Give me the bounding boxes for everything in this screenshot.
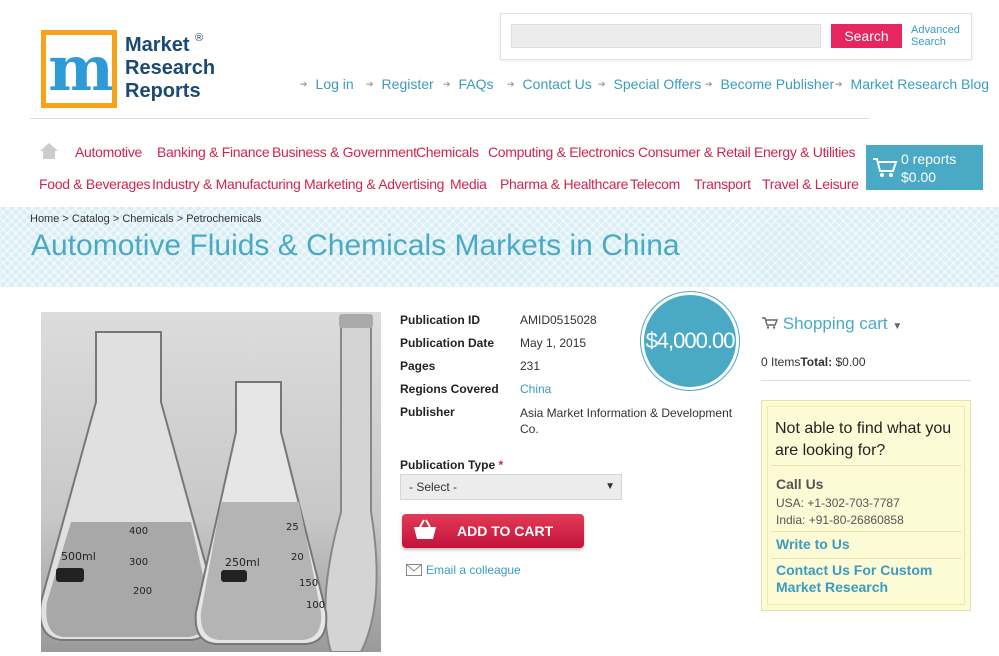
arrow-icon: ➔ [835,79,843,89]
nav-become-publisher[interactable]: ➔ Become Publisher [705,76,834,92]
category-transport[interactable]: Transport [694,176,751,192]
help-divider [771,558,961,559]
category-energy[interactable]: Energy & Utilities [754,144,856,160]
regions-link[interactable]: China [520,382,551,396]
category-automotive[interactable]: Automotive [75,144,142,160]
nav-special-offers[interactable]: ➔ Special Offers [598,76,701,92]
arrow-icon: ➔ [598,79,606,89]
category-banking[interactable]: Banking & Finance [157,144,270,160]
scale-200: 200 [133,586,152,597]
page-title: Automotive Fluids & Chemicals Markets in… [31,229,680,262]
cart-icon [873,158,898,177]
registered-mark: ® [195,32,204,44]
search-button[interactable]: Search [831,24,902,48]
flask-label-250ml: 250ml [225,556,260,569]
sidebar-divider [761,380,971,381]
category-food[interactable]: Food & Beverages [39,176,150,192]
pub-type-select[interactable]: - Select - ▼ [400,474,622,500]
nav-register[interactable]: ➔ Register [366,76,434,92]
category-consumer[interactable]: Consumer & Retail [638,144,751,160]
flask-label-500ml: 500ml [61,550,96,563]
cart-reports-count: 0 reports [901,151,957,167]
india-phone: India: +91-80-26860858 [776,513,904,527]
usa-phone: USA: +1-302-703-7787 [776,496,900,510]
pub-date-value: May 1, 2015 [520,336,587,350]
pub-date-label: Publication Date [400,336,495,350]
scale-400: 400 [129,526,148,537]
scale-300: 300 [129,557,148,568]
nav-contact-us[interactable]: ➔ Contact Us [507,76,592,92]
category-marketing[interactable]: Marketing & Advertising [304,176,444,192]
publisher-label: Publisher [400,405,455,419]
title-banner: Home > Catalog > Chemicals > Petrochemic… [0,207,999,287]
pages-label: Pages [400,359,436,373]
breadcrumb[interactable]: Home > Catalog > Chemicals > Petrochemic… [30,213,261,225]
header-divider [30,118,870,119]
category-computing[interactable]: Computing & Electronics [488,144,635,160]
logo-wordmark: Market Research Reports [125,34,216,102]
nav-faqs[interactable]: ➔ FAQs [443,76,494,92]
call-us-heading: Call Us [776,476,824,492]
scale-25: 25 [286,522,299,533]
scale-20: 20 [291,552,304,563]
category-chemicals[interactable]: Chemicals [416,144,479,160]
scale-100: 100 [306,600,325,611]
category-media[interactable]: Media [450,176,487,192]
regions-label: Regions Covered [400,382,499,396]
arrow-icon: ➔ [443,79,451,89]
category-telecom[interactable]: Telecom [630,176,680,192]
arrow-icon: ➔ [300,79,308,89]
publisher-value: Asia Market Information & Development Co… [520,406,733,436]
site-logo[interactable]: m Market Research Reports ® [41,30,216,110]
search-input[interactable] [511,24,821,48]
add-to-cart-button[interactable]: ADD TO CART [402,514,584,548]
help-divider [771,465,961,466]
scale-150: 150 [299,578,318,589]
basket-icon [414,519,436,539]
pub-id-label: Publication ID [400,313,481,327]
pub-id-value: AMID0515028 [520,313,597,327]
cart-icon [762,317,779,329]
shopping-cart-summary: 0 ItemsTotal: $0.00 [761,355,866,369]
help-box: Not able to find what you are looking fo… [761,400,971,611]
arrow-icon: ➔ [705,79,713,89]
category-pharma[interactable]: Pharma & Healthcare [500,176,628,192]
arrow-icon: ➔ [366,79,374,89]
envelope-icon [406,564,422,576]
help-title: Not able to find what you are looking fo… [775,420,952,459]
product-image: 500ml 400 300 200 250ml 25 20 150 100 [41,312,381,652]
shopping-cart-title[interactable]: Shopping cart ▼ [762,314,902,334]
logo-mark: m [41,30,117,108]
home-icon[interactable] [40,143,58,159]
category-industry[interactable]: Industry & Manufacturing [152,176,301,192]
header-cart-button[interactable]: 0 reports $0.00 [866,145,983,190]
search-panel: Search Advanced Search [500,13,972,60]
email-colleague-link[interactable]: Email a colleague [406,563,521,577]
nav-blog[interactable]: ➔ Market Research Blog [835,76,989,92]
price-badge: $4,000.00 [641,292,739,390]
pub-type-label: Publication Type * [400,458,504,472]
advanced-search-link[interactable]: Advanced Search [911,24,960,48]
help-divider [771,531,961,532]
write-to-us-link[interactable]: Write to Us [776,536,966,553]
arrow-icon: ➔ [507,79,515,89]
cart-amount: $0.00 [901,169,937,185]
category-business[interactable]: Business & Government [272,144,417,160]
pages-value: 231 [520,359,541,373]
category-travel[interactable]: Travel & Leisure [762,176,859,192]
chevron-down-icon: ▼ [892,321,903,332]
custom-research-link[interactable]: Contact Us For Custom Market Research [776,562,966,596]
logo-letter: m [48,35,112,103]
chevron-down-icon: ▼ [605,481,615,492]
nav-login[interactable]: ➔ Log in [300,76,354,92]
